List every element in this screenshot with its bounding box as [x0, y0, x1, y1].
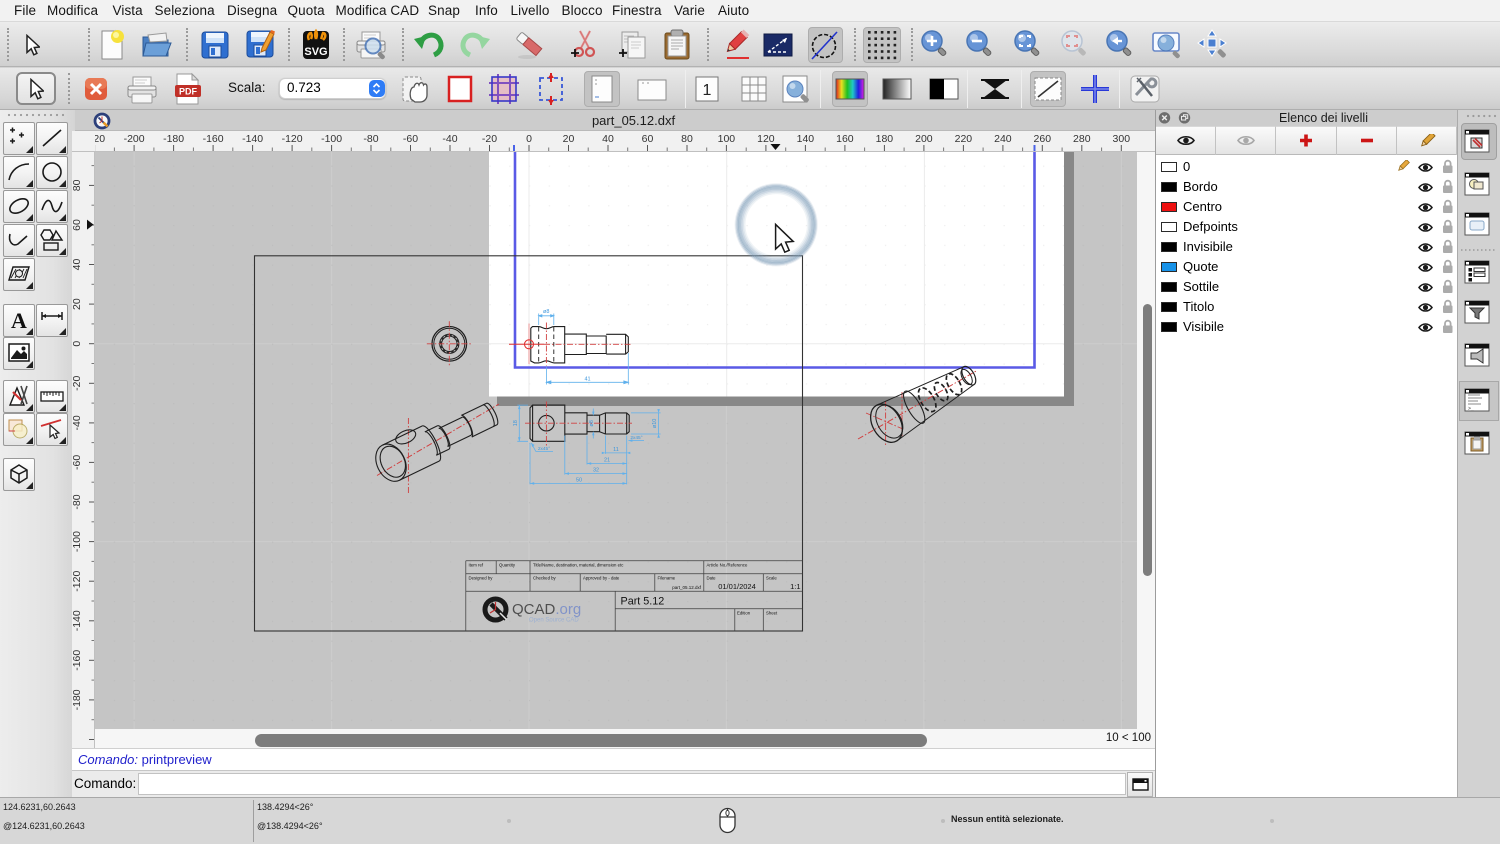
svg-text:-60: -60 [403, 133, 418, 145]
svg-text:-140: -140 [72, 610, 83, 631]
svg-text:40: 40 [72, 259, 83, 271]
svg-text:50: 50 [576, 477, 582, 483]
svg-text:ø8: ø8 [543, 309, 549, 315]
svg-text:1: 1 [703, 82, 712, 99]
svg-text:ø10: ø10 [652, 419, 658, 428]
svg-text:-120: -120 [72, 571, 83, 592]
svg-text:Date: Date [707, 576, 717, 581]
svg-text:40: 40 [602, 133, 614, 145]
svg-text:-20: -20 [482, 133, 497, 145]
svg-text:part_05.12.dxf: part_05.12.dxf [672, 585, 702, 590]
svg-text:140: 140 [797, 133, 815, 145]
svg-text:100: 100 [718, 133, 736, 145]
svg-text:280: 280 [1073, 133, 1091, 145]
svg-text:0: 0 [72, 341, 83, 347]
svg-text:11: 11 [613, 447, 619, 453]
svg-text:-20: -20 [72, 376, 83, 391]
svg-text:60: 60 [72, 219, 83, 231]
svg-text:PDF: PDF [179, 87, 198, 97]
svg-text:-100: -100 [321, 133, 342, 145]
svg-text:Item ref: Item ref [469, 563, 484, 568]
svg-text:41: 41 [584, 377, 590, 383]
svg-text:Quantity: Quantity [499, 563, 516, 568]
svg-text:80: 80 [72, 179, 83, 191]
svg-text:-180: -180 [163, 133, 184, 145]
svg-text:-100: -100 [72, 531, 83, 552]
svg-text:2x45°: 2x45° [630, 435, 642, 441]
svg-text:-60: -60 [72, 455, 83, 470]
svg-text:ø8: ø8 [589, 420, 595, 426]
svg-text:Scale: Scale [766, 576, 777, 581]
svg-text:200: 200 [915, 133, 933, 145]
svg-text:18: 18 [513, 420, 519, 426]
svg-text:-160: -160 [72, 650, 83, 671]
svg-text:QCAD.org: QCAD.org [512, 601, 581, 618]
svg-text:-80: -80 [363, 133, 378, 145]
svg-text:240: 240 [994, 133, 1012, 145]
svg-text:20: 20 [72, 298, 83, 310]
svg-text:Open Source CAD: Open Source CAD [529, 618, 579, 624]
svg-text:>_: >_ [1468, 406, 1474, 412]
svg-text:Article No./Reference: Article No./Reference [707, 563, 748, 568]
svg-text:20: 20 [563, 133, 575, 145]
svg-text:260: 260 [1034, 133, 1052, 145]
svg-text:Checked by: Checked by [533, 576, 557, 581]
svg-text:2x45°: 2x45° [538, 446, 550, 452]
svg-text:Title/Name, destination, mater: Title/Name, destination, material, dimen… [533, 563, 624, 568]
svg-text:-200: -200 [124, 133, 145, 145]
svg-text:220: 220 [955, 133, 973, 145]
svg-text:-160: -160 [203, 133, 224, 145]
svg-text:-220: -220 [95, 133, 105, 145]
svg-text:-40: -40 [442, 133, 457, 145]
svg-text:SVG: SVG [304, 46, 327, 58]
svg-text:01/01/2024: 01/01/2024 [718, 582, 756, 591]
svg-text:Designed by: Designed by [469, 576, 494, 581]
svg-text:0: 0 [526, 133, 532, 145]
svg-text:180: 180 [876, 133, 894, 145]
svg-text:120: 120 [757, 133, 775, 145]
svg-text:1:1: 1:1 [790, 582, 800, 591]
svg-text:Part 5.12: Part 5.12 [621, 596, 665, 608]
svg-text:-40: -40 [72, 415, 83, 430]
svg-text:160: 160 [836, 133, 854, 145]
svg-text:Approved by - date: Approved by - date [583, 576, 620, 581]
svg-text:Filename: Filename [658, 576, 676, 581]
svg-text:-140: -140 [242, 133, 263, 145]
svg-text:A: A [11, 308, 27, 332]
svg-text:-180: -180 [72, 689, 83, 710]
svg-text:80: 80 [681, 133, 693, 145]
svg-text:32: 32 [593, 468, 599, 474]
svg-text:300: 300 [1113, 133, 1131, 145]
svg-text:60: 60 [642, 133, 654, 145]
svg-text:Sheet: Sheet [766, 611, 778, 616]
svg-text:-120: -120 [282, 133, 303, 145]
svg-text:Edition: Edition [737, 611, 751, 616]
svg-text:21: 21 [604, 458, 610, 464]
svg-text:-80: -80 [72, 494, 83, 509]
